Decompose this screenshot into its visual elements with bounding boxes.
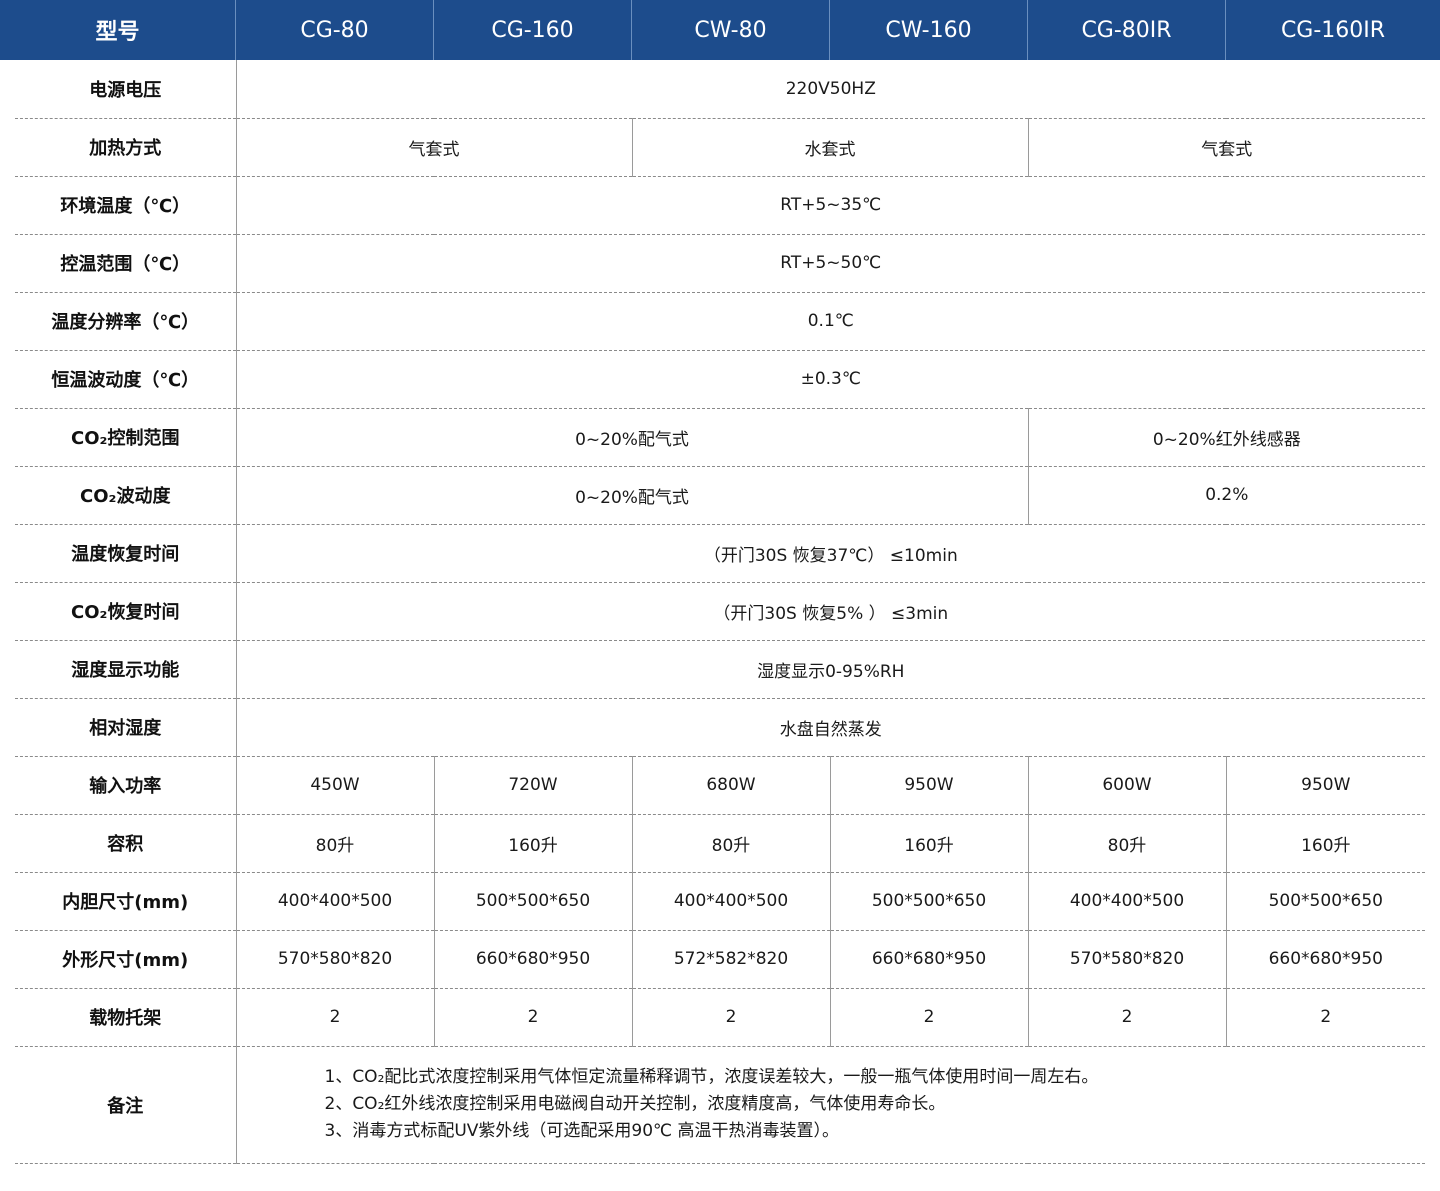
inner-size-cell: 500*500*650: [1225, 872, 1426, 931]
co2-range-value-1: 0~20%配气式: [235, 408, 1028, 467]
shelves-cell: 2: [829, 988, 1028, 1047]
table-row: 温度恢复时间 （开门30S 恢复37℃） ≤10min: [15, 524, 1426, 583]
inner-size-cell: 400*400*500: [631, 872, 830, 931]
row-label-temp-recovery: 温度恢复时间: [15, 524, 236, 583]
co2-fluctuation-value-2: 0.2%: [1027, 466, 1426, 525]
volume-cell: 80升: [631, 814, 830, 873]
inner-size-cell: 500*500*650: [829, 872, 1028, 931]
table-row: 环境温度（℃） RT+5~35℃: [15, 176, 1426, 235]
row-label-outer-size: 外形尺寸(mm): [15, 930, 236, 989]
temp-fluctuation-value: ±0.3℃: [235, 350, 1426, 409]
header-model-cw160: CW-160: [830, 0, 1028, 60]
outer-size-cell: 660*680*950: [829, 930, 1028, 989]
input-power-cell: 450W: [235, 756, 434, 815]
input-power-cell: 600W: [1027, 756, 1226, 815]
header-model-cg160ir: CG-160IR: [1280, 17, 1386, 43]
temp-resolution-value: 0.1℃: [235, 292, 1426, 351]
header-model-cg160: CG-160: [434, 0, 632, 60]
table-row: CO₂恢复时间 （开门30S 恢复5% ） ≤3min: [15, 582, 1426, 641]
table-row: 控温范围（℃） RT+5~50℃: [15, 234, 1426, 293]
outer-size-cell: 660*680*950: [433, 930, 632, 989]
table-row: 输入功率 450W 720W 680W 950W 600W 950W: [15, 756, 1426, 815]
input-power-cell: 720W: [433, 756, 632, 815]
volume-cell: 160升: [1225, 814, 1426, 873]
co2-fluctuation-value-1: 0~20%配气式: [235, 466, 1028, 525]
row-label-heating: 加热方式: [15, 118, 236, 177]
outer-size-cell: 660*680*950: [1225, 930, 1426, 989]
row-label-co2-recovery: CO₂恢复时间: [15, 582, 236, 641]
heating-value-1: 气套式: [235, 118, 632, 177]
row-label-co2-fluctuation: CO₂波动度: [15, 466, 236, 525]
table-row: 温度分辨率（℃） 0.1℃: [15, 292, 1426, 351]
ambient-temp-value: RT+5~35℃: [235, 176, 1426, 235]
temp-range-value: RT+5~50℃: [235, 234, 1426, 293]
note-line-3: 3、消毒方式标配UV紫外线（可选配采用90℃ 高温干热消毒装置）。: [324, 1121, 840, 1141]
co2-range-value-2: 0~20%红外线感器: [1027, 408, 1426, 467]
table-row: CO₂波动度 0~20%配气式 0.2%: [15, 466, 1426, 525]
volume-cell: 160升: [433, 814, 632, 873]
volume-cell: 80升: [235, 814, 434, 873]
table-row-notes: 备注 1、CO₂配比式浓度控制采用气体恒定流量稀释调节，浓度误差较大，一般一瓶气…: [15, 1046, 1426, 1164]
co2-recovery-value: （开门30S 恢复5% ） ≤3min: [235, 582, 1426, 641]
input-power-cell: 680W: [631, 756, 830, 815]
row-label-shelves: 载物托架: [15, 988, 236, 1047]
inner-size-cell: 400*400*500: [235, 872, 434, 931]
spec-table: 电源电压 220V50HZ 加热方式 气套式 水套式 气套式 环境温度（℃） R…: [15, 60, 1426, 1164]
input-power-cell: 950W: [1225, 756, 1426, 815]
inner-size-cell: 500*500*650: [433, 872, 632, 931]
row-label-notes: 备注: [15, 1046, 236, 1164]
table-row: CO₂控制范围 0~20%配气式 0~20%红外线感器: [15, 408, 1426, 467]
row-label-relative-humidity: 相对湿度: [15, 698, 236, 757]
header-model-cw80: CW-80: [632, 0, 830, 60]
row-label-humidity-display: 湿度显示功能: [15, 640, 236, 699]
note-line-2: 2、CO₂红外线浓度控制采用电磁阀自动开关控制，浓度精度高，气体使用寿命长。: [324, 1094, 946, 1114]
shelves-cell: 2: [1225, 988, 1426, 1047]
temp-recovery-value: （开门30S 恢复37℃） ≤10min: [235, 524, 1426, 583]
inner-size-cell: 400*400*500: [1027, 872, 1226, 931]
heating-value-2: 水套式: [631, 118, 1028, 177]
row-label-co2-range: CO₂控制范围: [15, 408, 236, 467]
row-label-power-supply: 电源电压: [15, 60, 236, 119]
table-row: 载物托架 2 2 2 2 2 2: [15, 988, 1426, 1047]
volume-cell: 160升: [829, 814, 1028, 873]
row-label-temp-resolution: 温度分辨率（℃）: [15, 292, 236, 351]
shelves-cell: 2: [235, 988, 434, 1047]
shelves-cell: 2: [631, 988, 830, 1047]
power-supply-value: 220V50HZ: [235, 60, 1426, 119]
notes-cell: 1、CO₂配比式浓度控制采用气体恒定流量稀释调节，浓度误差较大，一般一瓶气体使用…: [235, 1046, 1426, 1164]
table-row: 恒温波动度（℃） ±0.3℃: [15, 350, 1426, 409]
row-label-volume: 容积: [15, 814, 236, 873]
heating-value-3: 气套式: [1027, 118, 1426, 177]
outer-size-cell: 570*580*820: [235, 930, 434, 989]
outer-size-cell: 572*582*820: [631, 930, 830, 989]
input-power-cell: 950W: [829, 756, 1028, 815]
outer-size-cell: 570*580*820: [1027, 930, 1226, 989]
note-line-1: 1、CO₂配比式浓度控制采用气体恒定流量稀释调节，浓度误差较大，一般一瓶气体使用…: [324, 1067, 1099, 1087]
row-label-temp-fluctuation: 恒温波动度（℃）: [15, 350, 236, 409]
header-model-cg80ir: CG-80IR: [1028, 0, 1226, 60]
row-label-temp-range: 控温范围（℃）: [15, 234, 236, 293]
relative-humidity-value: 水盘自然蒸发: [235, 698, 1426, 757]
row-label-ambient-temp: 环境温度（℃）: [15, 176, 236, 235]
table-row: 容积 80升 160升 80升 160升 80升 160升: [15, 814, 1426, 873]
shelves-cell: 2: [433, 988, 632, 1047]
table-header: 型号 CG-80 CG-160 CW-80 CW-160 CG-80IR CG-…: [0, 0, 1440, 60]
table-row: 电源电压 220V50HZ: [15, 60, 1426, 119]
table-row: 外形尺寸(mm) 570*580*820 660*680*950 572*582…: [15, 930, 1426, 989]
volume-cell: 80升: [1027, 814, 1226, 873]
shelves-cell: 2: [1027, 988, 1226, 1047]
table-row: 加热方式 气套式 水套式 气套式: [15, 118, 1426, 177]
header-model-cg80: CG-80: [236, 0, 434, 60]
table-row: 内胆尺寸(mm) 400*400*500 500*500*650 400*400…: [15, 872, 1426, 931]
header-model-label: 型号: [0, 0, 236, 60]
table-row: 湿度显示功能 湿度显示0-95%RH: [15, 640, 1426, 699]
row-label-input-power: 输入功率: [15, 756, 236, 815]
table-row: 相对湿度 水盘自然蒸发: [15, 698, 1426, 757]
humidity-display-value: 湿度显示0-95%RH: [235, 640, 1426, 699]
row-label-inner-size: 内胆尺寸(mm): [15, 872, 236, 931]
